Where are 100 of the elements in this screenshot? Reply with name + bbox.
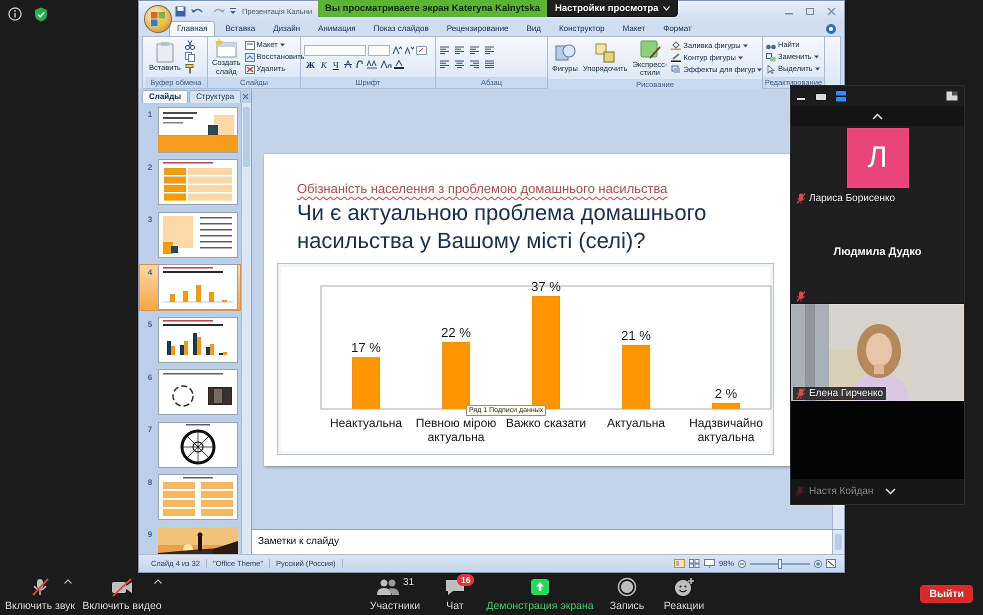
- quick-styles-icon: [638, 38, 661, 60]
- record-icon: [617, 576, 637, 596]
- caret-icon: [814, 67, 820, 71]
- character-spacing-icon: [366, 60, 378, 69]
- align-center-icon: [454, 60, 465, 68]
- close-icon[interactable]: [827, 6, 836, 16]
- ribbon-tab[interactable]: Вставка: [217, 21, 264, 36]
- slide-number: 3: [146, 215, 154, 224]
- scrollbar[interactable]: [241, 103, 251, 554]
- help-icon[interactable]: [826, 24, 836, 34]
- slide-thumbnail-item[interactable]: 8: [139, 474, 241, 520]
- options-caret[interactable]: [154, 578, 162, 584]
- font-style-button[interactable]: Ж: [304, 60, 317, 70]
- ribbon-tab[interactable]: Показ слайдов: [366, 21, 437, 36]
- ribbon-tab[interactable]: Рецензирование: [438, 21, 516, 36]
- view-options-button[interactable]: Настройки просмотра: [546, 0, 678, 17]
- slide-thumbnail-item[interactable]: 7: [139, 421, 241, 468]
- caret-up-icon: [154, 578, 162, 584]
- scrollbar[interactable]: [832, 530, 844, 554]
- slide-thumbnail-item[interactable]: 4: [139, 264, 241, 310]
- leave-button[interactable]: Выйти: [920, 585, 973, 603]
- pane-tab[interactable]: Слайды: [142, 90, 188, 103]
- caret-icon: [742, 44, 748, 48]
- stacked-view-icon[interactable]: [836, 90, 846, 102]
- ribbon-tab[interactable]: Формат: [655, 21, 700, 36]
- audio-button[interactable]: Включить звук: [0, 576, 80, 612]
- new-slide-icon: [214, 38, 238, 58]
- category-label: Важко сказати: [504, 416, 588, 432]
- align-right-icon: [469, 60, 480, 68]
- caret-icon: [814, 55, 819, 59]
- customize-dropdown-icon[interactable]: [230, 7, 236, 15]
- font-style-button[interactable]: К: [318, 60, 329, 70]
- clear-format-icon: [416, 46, 427, 54]
- participant-name: Настя Койдан: [809, 486, 874, 497]
- slide-number: 6: [146, 372, 154, 382]
- slide-thumbnail-item[interactable]: 1: [139, 106, 241, 153]
- align-left-icon: [439, 60, 450, 68]
- slide-thumbnail-item[interactable]: 6: [139, 368, 241, 416]
- video-button[interactable]: Включить видео: [80, 576, 164, 612]
- share-screen-icon: [530, 578, 550, 596]
- pane-tab[interactable]: Структура: [189, 90, 242, 103]
- bar-value-label: 21 %: [621, 328, 651, 343]
- slide-subtitle: Обізнаність населення з проблемою домашнього насильства: [297, 181, 668, 196]
- shield-check-icon[interactable]: [34, 7, 48, 22]
- slide-thumbnail-item[interactable]: 5: [139, 316, 241, 363]
- info-icon[interactable]: [8, 7, 22, 21]
- slide-thumbnail-item[interactable]: 3: [139, 211, 241, 258]
- participant-count: 31: [402, 577, 414, 588]
- share-button[interactable]: Демонстрация экрана: [485, 576, 595, 612]
- font-size-field[interactable]: [368, 44, 390, 56]
- effects-icon: [671, 65, 682, 74]
- chat-button[interactable]: 16 Чат: [435, 576, 475, 612]
- slideshow-view-icon[interactable]: [704, 559, 715, 568]
- ribbon-tab[interactable]: Конструктор: [550, 21, 613, 36]
- strikethrough-icon: [342, 60, 353, 69]
- save-icon[interactable]: [175, 6, 186, 16]
- justify-icon: [484, 60, 495, 68]
- category-label: Надзвичайно актуальна: [688, 416, 764, 444]
- grow-font-icon: [392, 46, 402, 54]
- ribbon-tab[interactable]: Главная: [169, 21, 216, 36]
- slide-number: 2: [146, 162, 154, 172]
- bar-value-label: 37 %: [531, 279, 561, 294]
- arrange-icon: [594, 42, 616, 64]
- bar-value-label: 17 %: [351, 340, 381, 356]
- slide-number: 8: [146, 478, 154, 486]
- participants-button[interactable]: 31 Участники: [365, 576, 425, 612]
- slide-thumbnail-item[interactable]: 2: [139, 158, 241, 206]
- scroll-buttons[interactable]: [832, 504, 844, 529]
- ribbon-tab[interactable]: Дизайн: [265, 21, 308, 36]
- layout-icon: [244, 40, 255, 50]
- close-icon[interactable]: [242, 93, 250, 100]
- sorter-view-icon[interactable]: [688, 559, 700, 568]
- reactions-button[interactable]: Реакции: [659, 576, 709, 612]
- zoom-out-icon[interactable]: [738, 560, 746, 568]
- participant-name: Людмила Дудко: [834, 246, 922, 258]
- font-name-field[interactable]: [304, 44, 366, 56]
- maximize-icon[interactable]: [806, 6, 815, 16]
- zoom-in-icon[interactable]: [814, 560, 822, 568]
- avatar: Л: [846, 128, 908, 188]
- replace-icon: [766, 52, 776, 62]
- layout-icon[interactable]: [946, 91, 958, 101]
- zoom-slider-thumb[interactable]: [778, 558, 782, 568]
- pen-outline-icon: [671, 53, 682, 62]
- font-style-button[interactable]: Ч: [330, 60, 341, 70]
- ribbon-tab[interactable]: Вид: [518, 21, 549, 36]
- chart-bar: [442, 342, 470, 409]
- slide-number: 5: [146, 320, 154, 329]
- fit-window-icon[interactable]: [826, 559, 836, 568]
- reset-icon: [244, 52, 255, 62]
- window-icon[interactable]: [816, 92, 826, 100]
- notes-field[interactable]: Заметки к слайду: [252, 530, 832, 554]
- caret-up-icon: [64, 578, 72, 584]
- ribbon-tab[interactable]: Анимация: [310, 21, 364, 36]
- smiley-plus-icon: [673, 576, 695, 596]
- ribbon-tab[interactable]: Макет: [614, 21, 654, 36]
- slide-thumbnail-item[interactable]: 9: [139, 526, 241, 554]
- record-button[interactable]: Запись: [605, 576, 649, 612]
- chevron-up-icon[interactable]: [872, 112, 883, 120]
- chevron-down-icon[interactable]: [885, 488, 896, 495]
- options-caret[interactable]: [64, 578, 72, 584]
